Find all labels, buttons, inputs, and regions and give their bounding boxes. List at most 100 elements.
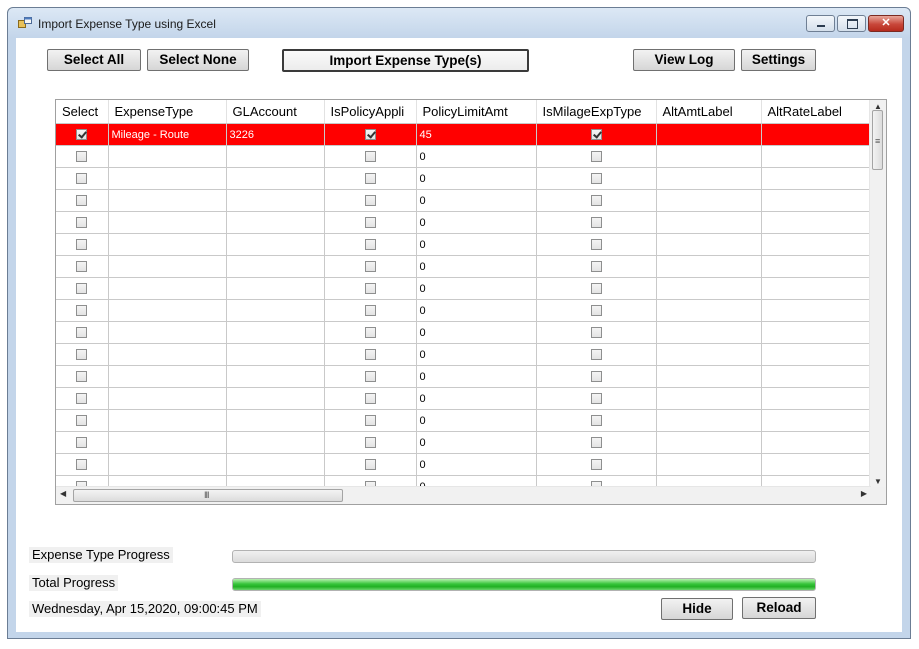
table-row[interactable]: 0: [56, 211, 871, 234]
table-row[interactable]: 0: [56, 233, 871, 256]
gl-account-cell[interactable]: [226, 167, 325, 190]
alt-amt-label-cell[interactable]: [656, 409, 762, 432]
is-policy-appli-checkbox[interactable]: [364, 129, 376, 141]
policy-limit-amt-cell[interactable]: 0: [416, 167, 537, 190]
is-policy-appli-checkbox[interactable]: [364, 393, 376, 405]
alt-rate-label-cell[interactable]: [761, 277, 871, 300]
expense-type-cell[interactable]: [108, 211, 227, 234]
table-row[interactable]: 0: [56, 343, 871, 366]
is-policy-appli-checkbox[interactable]: [364, 151, 376, 163]
is-policy-appli-checkbox[interactable]: [364, 327, 376, 339]
is-policy-appli-checkbox[interactable]: [364, 459, 376, 471]
policy-limit-amt-cell[interactable]: 0: [416, 277, 537, 300]
view-log-button[interactable]: View Log: [633, 49, 735, 71]
gl-account-cell[interactable]: 3226: [226, 123, 325, 146]
alt-amt-label-cell[interactable]: [656, 277, 762, 300]
hide-button[interactable]: Hide: [661, 598, 733, 620]
is-milage-exp-type-checkbox[interactable]: [590, 217, 602, 229]
policy-limit-amt-cell[interactable]: 0: [416, 255, 537, 278]
is-milage-exp-type-checkbox[interactable]: [590, 305, 602, 317]
select-checkbox[interactable]: [76, 305, 88, 317]
policy-limit-amt-cell[interactable]: 0: [416, 145, 537, 168]
select-checkbox[interactable]: [76, 393, 88, 405]
is-policy-appli-checkbox[interactable]: [364, 261, 376, 273]
expense-type-cell[interactable]: [108, 343, 227, 366]
alt-rate-label-cell[interactable]: [761, 453, 871, 476]
select-all-button[interactable]: Select All: [47, 49, 141, 71]
gl-account-cell[interactable]: [226, 365, 325, 388]
is-milage-exp-type-checkbox[interactable]: [590, 459, 602, 471]
horizontal-scroll-thumb[interactable]: III: [73, 489, 343, 502]
alt-amt-label-cell[interactable]: [656, 343, 762, 366]
vertical-scroll-thumb[interactable]: ≡: [872, 110, 883, 170]
select-checkbox[interactable]: [76, 173, 88, 185]
select-checkbox[interactable]: [76, 327, 88, 339]
gl-account-cell[interactable]: [226, 145, 325, 168]
alt-rate-label-cell[interactable]: [761, 299, 871, 322]
is-policy-appli-checkbox[interactable]: [364, 305, 376, 317]
is-milage-exp-type-checkbox[interactable]: [590, 239, 602, 251]
policy-limit-amt-cell[interactable]: 45: [416, 123, 537, 146]
expense-type-cell[interactable]: [108, 321, 227, 344]
select-checkbox[interactable]: [76, 349, 88, 361]
gl-account-cell[interactable]: [226, 211, 325, 234]
alt-rate-label-cell[interactable]: [761, 145, 871, 168]
select-checkbox[interactable]: [76, 217, 88, 229]
expense-type-cell[interactable]: [108, 277, 227, 300]
is-policy-appli-checkbox[interactable]: [364, 173, 376, 185]
column-header-policy-limit-amt[interactable]: PolicyLimitAmt: [416, 100, 537, 124]
alt-amt-label-cell[interactable]: [656, 211, 762, 234]
policy-limit-amt-cell[interactable]: 0: [416, 299, 537, 322]
select-checkbox[interactable]: [76, 151, 88, 163]
vertical-scrollbar[interactable]: ▲ ≡ ▼: [869, 100, 886, 488]
scroll-down-arrow-icon[interactable]: ▼: [870, 477, 886, 486]
reload-button[interactable]: Reload: [742, 597, 816, 619]
expense-type-cell[interactable]: [108, 233, 227, 256]
table-row[interactable]: 0: [56, 167, 871, 190]
policy-limit-amt-cell[interactable]: 0: [416, 365, 537, 388]
import-expense-types-button[interactable]: Import Expense Type(s): [282, 49, 529, 72]
alt-rate-label-cell[interactable]: [761, 123, 871, 146]
column-header-expense-type[interactable]: ExpenseType: [108, 100, 227, 124]
settings-button[interactable]: Settings: [741, 49, 816, 71]
alt-amt-label-cell[interactable]: [656, 255, 762, 278]
is-policy-appli-checkbox[interactable]: [364, 371, 376, 383]
select-checkbox[interactable]: [76, 261, 88, 273]
gl-account-cell[interactable]: [226, 343, 325, 366]
table-row[interactable]: Mileage - Route 3226 45: [56, 123, 871, 146]
policy-limit-amt-cell[interactable]: 0: [416, 409, 537, 432]
alt-rate-label-cell[interactable]: [761, 343, 871, 366]
column-header-is-milage-exp-type[interactable]: IsMilageExpType: [536, 100, 657, 124]
column-header-select[interactable]: Select: [56, 100, 109, 124]
expense-type-cell[interactable]: [108, 145, 227, 168]
expense-type-cell[interactable]: [108, 409, 227, 432]
is-milage-exp-type-checkbox[interactable]: [590, 415, 602, 427]
select-checkbox[interactable]: [76, 437, 88, 449]
is-policy-appli-checkbox[interactable]: [364, 195, 376, 207]
table-row[interactable]: 0: [56, 189, 871, 212]
is-milage-exp-type-checkbox[interactable]: [590, 349, 602, 361]
select-checkbox[interactable]: [76, 459, 88, 471]
is-policy-appli-checkbox[interactable]: [364, 437, 376, 449]
alt-rate-label-cell[interactable]: [761, 211, 871, 234]
is-milage-exp-type-checkbox[interactable]: [590, 327, 602, 339]
gl-account-cell[interactable]: [226, 255, 325, 278]
expense-type-cell[interactable]: [108, 431, 227, 454]
alt-rate-label-cell[interactable]: [761, 365, 871, 388]
policy-limit-amt-cell[interactable]: 0: [416, 343, 537, 366]
select-none-button[interactable]: Select None: [147, 49, 249, 71]
expense-type-cell[interactable]: [108, 255, 227, 278]
alt-rate-label-cell[interactable]: [761, 409, 871, 432]
is-policy-appli-checkbox[interactable]: [364, 415, 376, 427]
alt-amt-label-cell[interactable]: [656, 145, 762, 168]
is-milage-exp-type-checkbox[interactable]: [590, 151, 602, 163]
is-milage-exp-type-checkbox[interactable]: [590, 173, 602, 185]
alt-amt-label-cell[interactable]: [656, 321, 762, 344]
policy-limit-amt-cell[interactable]: 0: [416, 387, 537, 410]
table-row[interactable]: 0: [56, 277, 871, 300]
table-row[interactable]: 0: [56, 255, 871, 278]
gl-account-cell[interactable]: [226, 299, 325, 322]
minimize-button[interactable]: [806, 15, 835, 32]
select-checkbox[interactable]: [76, 283, 88, 295]
scroll-right-arrow-icon[interactable]: ▶: [861, 489, 867, 498]
